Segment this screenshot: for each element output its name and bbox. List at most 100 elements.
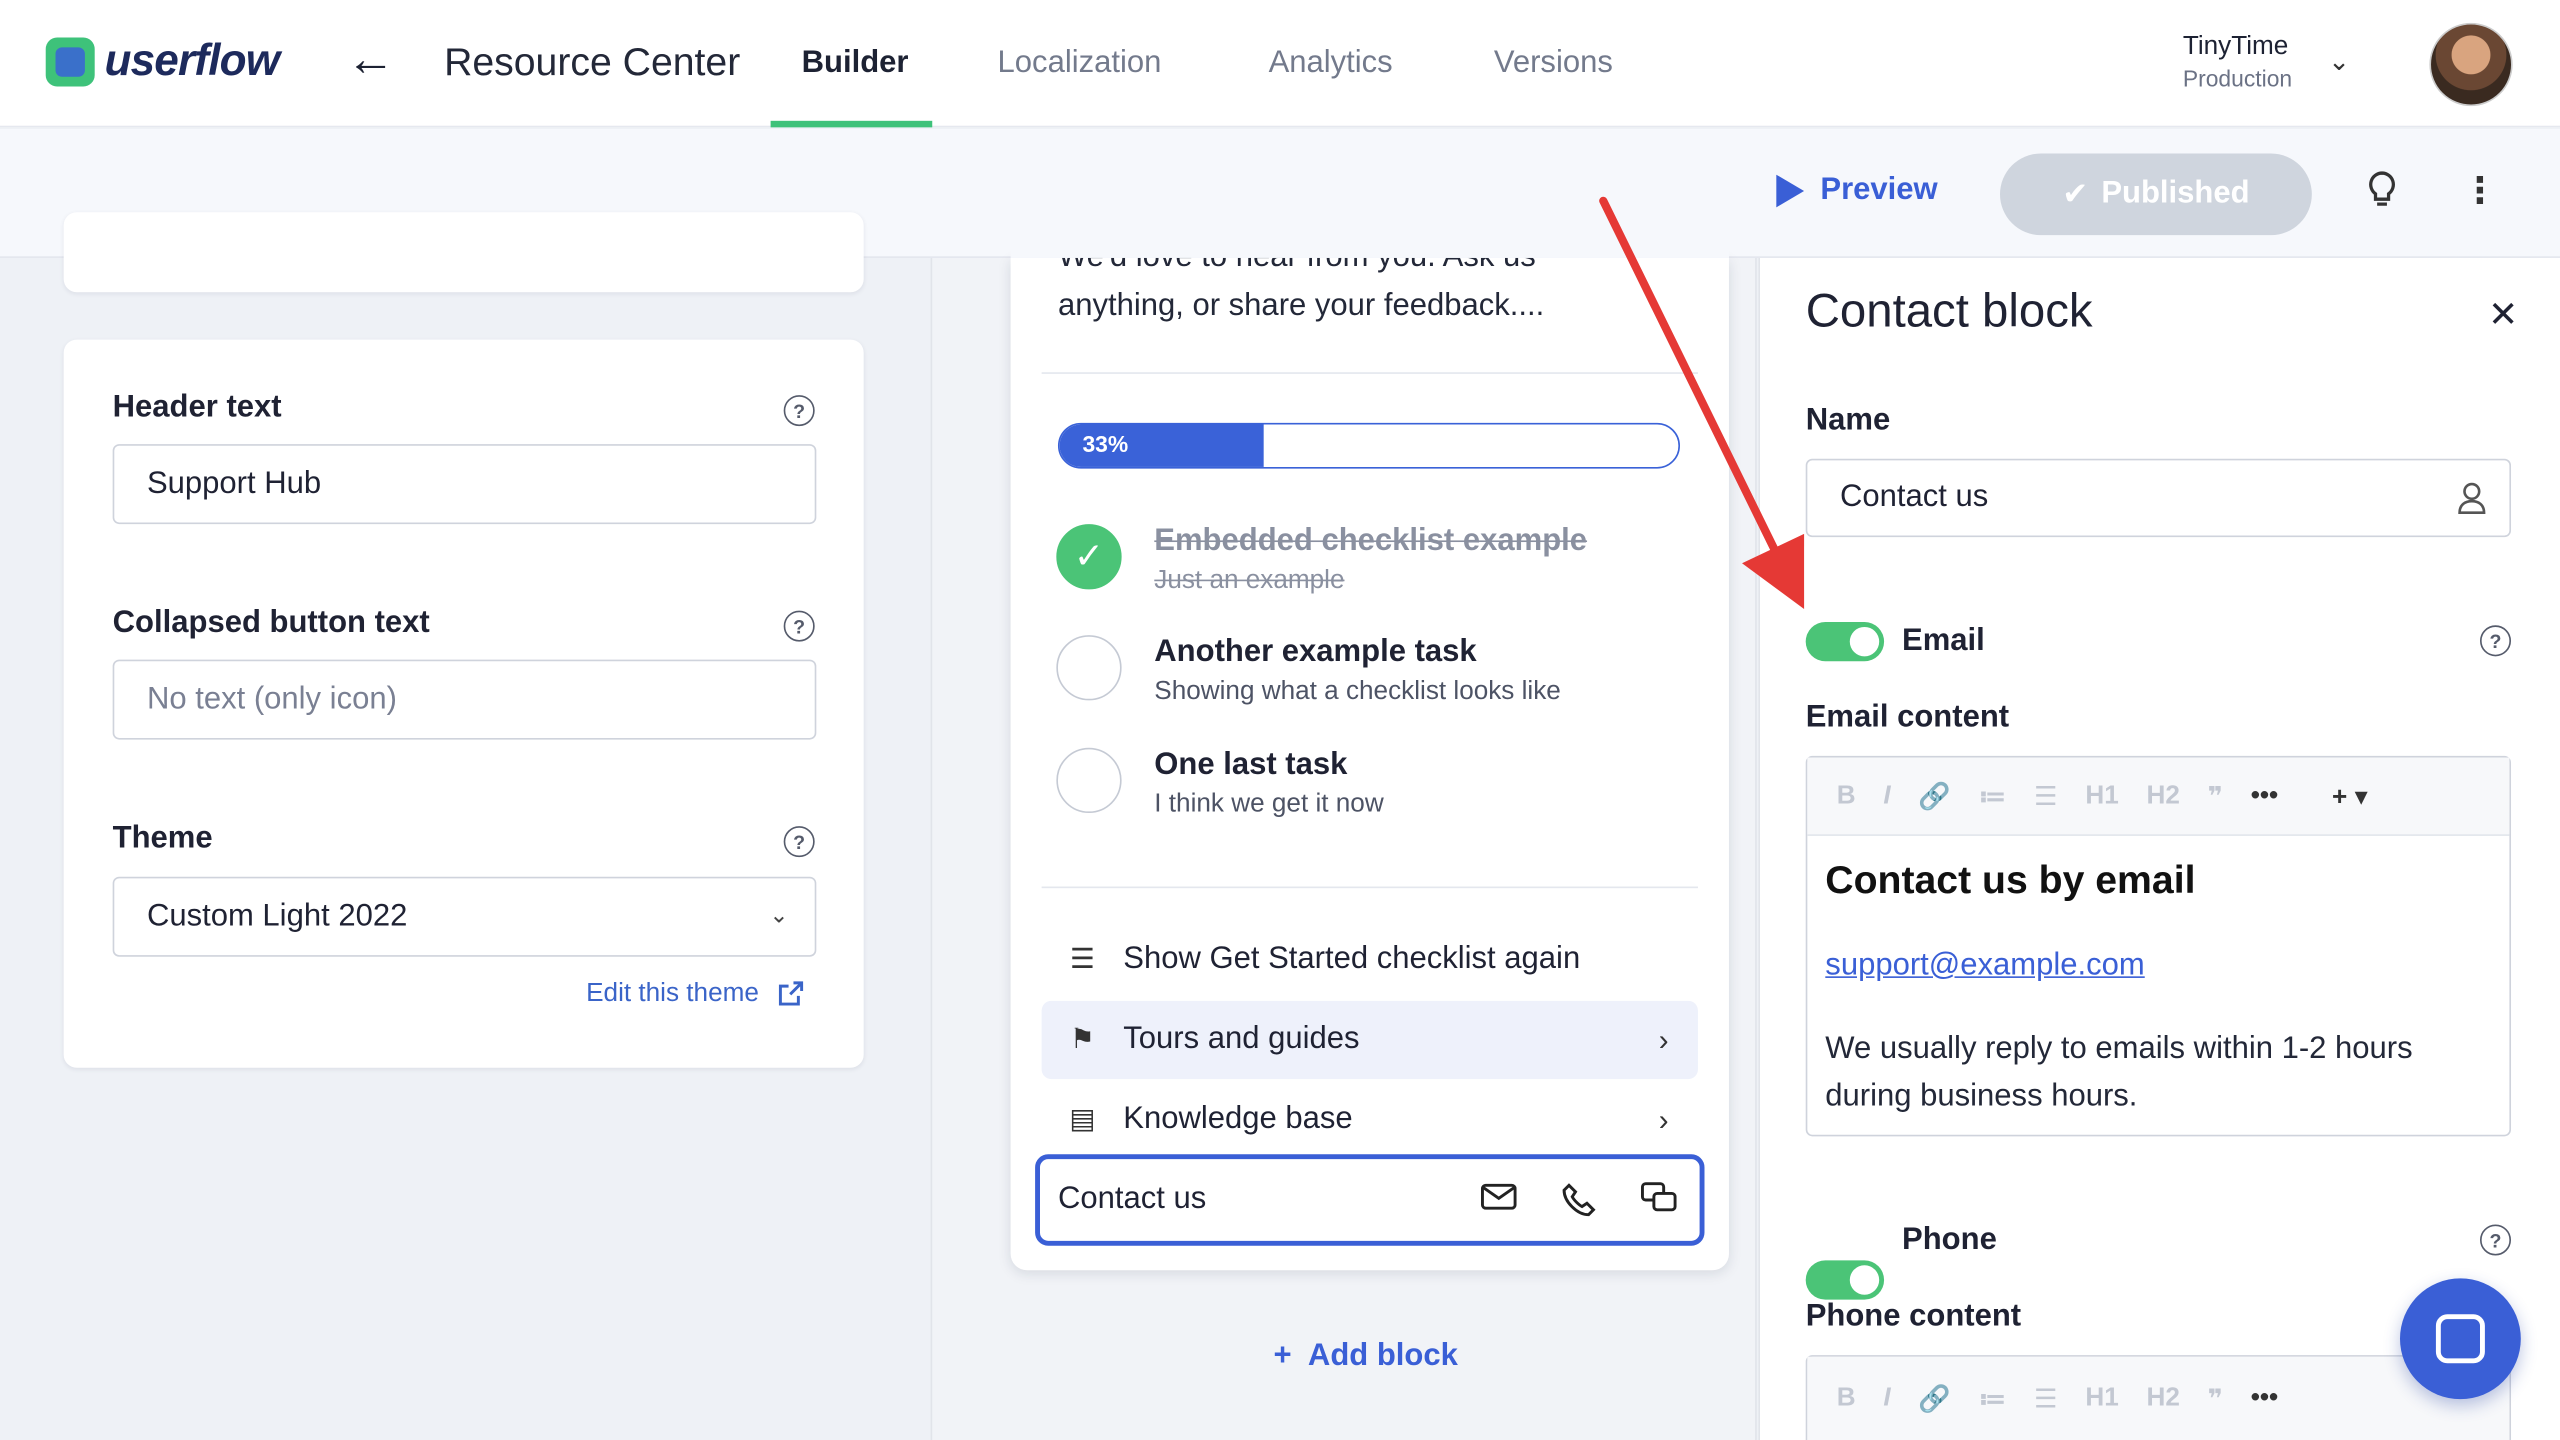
checklist-icon: ☰ xyxy=(1069,943,1095,975)
editor-toolbar: B I 🔗 ≔ ☰ H1 H2 ❞ ••• + ▾ xyxy=(1807,757,2510,836)
insert-menu-icon[interactable]: + ▾ xyxy=(2332,780,2368,813)
chevron-right-icon: › xyxy=(1658,1022,1669,1056)
task-subtitle: Showing what a checklist looks like xyxy=(1154,677,1561,706)
menu-item-tours[interactable]: ⚑ Tours and guides › xyxy=(1041,1000,1698,1080)
task-item[interactable]: Embedded checklist example Just an examp… xyxy=(1154,524,1587,596)
panel-title: Contact block xyxy=(1805,285,2093,338)
org-environment: Production xyxy=(2182,65,2293,92)
phone-toggle[interactable] xyxy=(1805,1260,1885,1300)
external-link-icon xyxy=(778,981,803,1006)
chat-icon[interactable] xyxy=(1640,1182,1677,1224)
tab-builder[interactable]: Builder xyxy=(802,46,909,82)
help-chat-button[interactable] xyxy=(2399,1278,2521,1400)
menu-item-label: Knowledge base xyxy=(1123,1102,1353,1137)
name-input[interactable]: Contact us xyxy=(1805,458,2512,538)
menu-item-checklist[interactable]: ☰ Show Get Started checklist again xyxy=(1042,921,1698,999)
task-subtitle: I think we get it now xyxy=(1154,790,1384,818)
heading-1-icon[interactable]: H1 xyxy=(2085,1384,2118,1413)
email-heading: Contact us by email xyxy=(1825,858,2196,903)
task-checkbox[interactable] xyxy=(1056,635,1122,701)
editor-toolbar: B I 🔗 ≔ ☰ H1 H2 ❞ ••• xyxy=(1807,1356,2510,1440)
header-text-label: Header text xyxy=(112,390,282,425)
menu-item-label: Tours and guides xyxy=(1123,1022,1360,1057)
help-icon[interactable]: ? xyxy=(2479,625,2512,657)
task-item[interactable]: One last task I think we get it now xyxy=(1154,748,1383,820)
name-value: Contact us xyxy=(1839,479,1989,515)
page-title: Resource Center xyxy=(444,40,741,85)
chevron-right-icon: › xyxy=(1658,1102,1669,1136)
tab-localization[interactable]: Localization xyxy=(998,46,1162,82)
quote-icon[interactable]: ❞ xyxy=(2208,780,2223,813)
help-icon[interactable]: ? xyxy=(783,826,815,858)
annotation-arrow xyxy=(1599,196,1805,609)
chevron-down-icon[interactable]: ⌄ xyxy=(2328,46,2350,79)
bullet-list-icon[interactable]: ☰ xyxy=(2034,1383,2057,1416)
close-icon[interactable]: ✕ xyxy=(2488,294,2518,336)
bold-icon[interactable]: B xyxy=(1837,1384,1856,1413)
add-block-button[interactable]: + Add block xyxy=(1273,1339,1457,1375)
back-arrow-icon[interactable]: ← xyxy=(346,35,395,85)
email-content-label: Email content xyxy=(1805,700,2010,735)
phone-content-editor[interactable]: B I 🔗 ≔ ☰ H1 H2 ❞ ••• xyxy=(1805,1355,2512,1440)
task-checkbox[interactable] xyxy=(1056,747,1122,814)
preview-label: Preview xyxy=(1820,173,1938,208)
lightbulb-icon[interactable] xyxy=(2366,170,2399,219)
header-text-input[interactable]: Support Hub xyxy=(112,444,817,525)
bold-icon[interactable]: B xyxy=(1837,781,1856,810)
chat-icon xyxy=(2435,1314,2485,1364)
more-icon[interactable]: ••• xyxy=(2251,781,2278,810)
theme-value: Custom Light 2022 xyxy=(146,898,408,934)
ordered-list-icon[interactable]: ≔ xyxy=(1979,780,2007,813)
add-block-label: Add block xyxy=(1307,1338,1458,1374)
collapsed-button-text-label: Collapsed button text xyxy=(112,605,430,640)
help-icon[interactable]: ? xyxy=(783,395,815,427)
task-subtitle: Just an example xyxy=(1154,566,1345,595)
italic-icon[interactable]: I xyxy=(1883,781,1890,810)
person-icon xyxy=(2458,482,2486,514)
task-title: One last task xyxy=(1154,747,1348,783)
avatar[interactable] xyxy=(2429,22,2513,107)
phone-icon[interactable] xyxy=(1561,1182,1597,1228)
email-body: We usually reply to emails within 1-2 ho… xyxy=(1825,1031,2413,1114)
help-icon[interactable]: ? xyxy=(783,610,815,642)
link-icon[interactable]: 🔗 xyxy=(1918,780,1951,813)
italic-icon[interactable]: I xyxy=(1883,1384,1890,1413)
task-done-check-icon[interactable]: ✓ xyxy=(1056,524,1122,590)
heading-2-icon[interactable]: H2 xyxy=(2147,1384,2180,1413)
settings-card-top xyxy=(63,212,864,293)
published-label: Published xyxy=(2101,176,2250,211)
org-name: TinyTime xyxy=(2182,32,2289,61)
more-options-icon[interactable]: ⋮ xyxy=(2462,170,2498,212)
heading-1-icon[interactable]: H1 xyxy=(2085,781,2118,810)
email-link[interactable]: support@example.com xyxy=(1825,949,2144,985)
task-title: Embedded checklist example xyxy=(1154,524,1588,559)
mail-icon[interactable] xyxy=(1480,1182,1517,1221)
tab-versions[interactable]: Versions xyxy=(1494,46,1613,82)
bullet-list-icon[interactable]: ☰ xyxy=(2034,780,2057,813)
heading-2-icon[interactable]: H2 xyxy=(2147,781,2180,810)
ordered-list-icon[interactable]: ≔ xyxy=(1979,1383,2007,1416)
email-toggle-label: Email xyxy=(1902,623,1985,658)
brand-name: userflow xyxy=(104,35,280,85)
divider xyxy=(1041,886,1698,889)
logo[interactable]: userflow xyxy=(45,35,280,87)
phone-content-label: Phone content xyxy=(1805,1299,2022,1334)
org-switcher[interactable]: TinyTime Production xyxy=(2183,33,2292,92)
document-icon: ▤ xyxy=(1069,1103,1096,1135)
help-icon[interactable]: ? xyxy=(2479,1224,2512,1256)
contact-block-selected[interactable]: Contact us xyxy=(1035,1154,1705,1246)
menu-item-label: Show Get Started checklist again xyxy=(1123,942,1581,977)
plus-icon: + xyxy=(1273,1338,1292,1374)
task-item[interactable]: Another example task Showing what a chec… xyxy=(1154,635,1561,707)
more-icon[interactable]: ••• xyxy=(2251,1384,2278,1413)
link-icon[interactable]: 🔗 xyxy=(1918,1383,1951,1416)
published-button[interactable]: ✔ Published xyxy=(1999,153,2312,236)
email-content-editor[interactable]: B I 🔗 ≔ ☰ H1 H2 ❞ ••• + ▾ Contact us by … xyxy=(1805,755,2512,1137)
quote-icon[interactable]: ❞ xyxy=(2208,1383,2223,1416)
edit-theme-link[interactable]: Edit this theme xyxy=(586,980,804,1009)
menu-item-knowledge-base[interactable]: ▤ Knowledge base › xyxy=(1042,1081,1698,1159)
collapsed-button-text-input[interactable]: No text (only icon) xyxy=(112,659,817,740)
contact-label: Contact us xyxy=(1057,1182,1207,1217)
tab-analytics[interactable]: Analytics xyxy=(1269,46,1393,82)
theme-select[interactable]: Custom Light 2022 ⌄ xyxy=(112,876,817,957)
